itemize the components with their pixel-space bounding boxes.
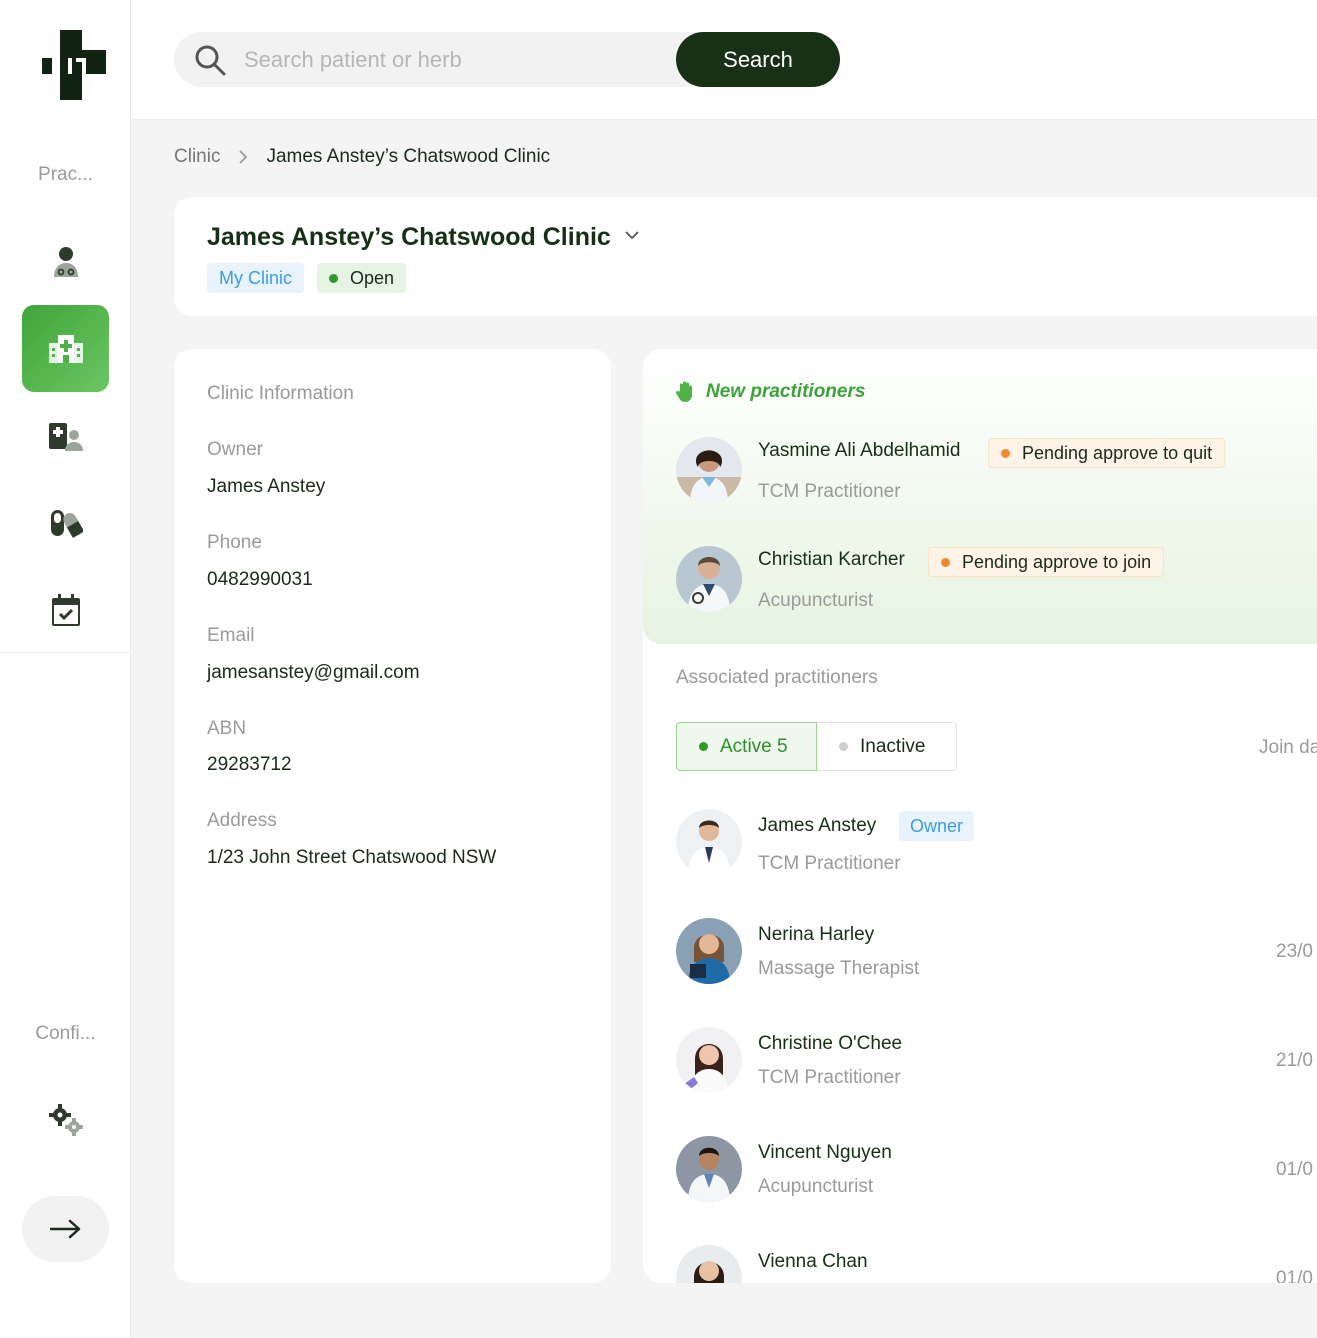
tab-inactive[interactable]: Inactive [817, 722, 957, 771]
join-date: 23/0 [1276, 941, 1313, 962]
pending-status-label: Pending approve to join [962, 551, 1152, 572]
arrow-right-icon [49, 1219, 80, 1239]
phone-value: 0482990031 [207, 569, 313, 590]
chevron-down-icon[interactable] [622, 225, 642, 245]
practitioner-role: Acupuncturist [758, 1176, 874, 1197]
inactive-dot-icon [839, 742, 848, 751]
clinic-icon [48, 334, 83, 363]
sidebar-item-herbs[interactable] [22, 479, 109, 566]
practitioner-role: Massage Therapist [758, 958, 920, 979]
address-label: Address [207, 810, 277, 831]
breadcrumb-current: James Anstey’s Chatswood Clinic [266, 146, 551, 167]
status-tabs: Active 5 Inactive [676, 722, 957, 771]
practitioner-name[interactable]: Vienna Chan [758, 1251, 868, 1273]
owner-value: James Anstey [207, 476, 326, 497]
pending-status-badge: Pending approve to quit [988, 438, 1226, 468]
tab-active-label: Active 5 [720, 735, 788, 757]
practitioner-role: TCM Practitioner [758, 1067, 901, 1088]
search-icon [195, 45, 226, 76]
sidebar-item-calendar[interactable] [22, 566, 109, 653]
breadcrumb: Clinic James Anstey’s Chatswood Clinic [174, 146, 550, 168]
tab-active[interactable]: Active 5 [676, 722, 817, 771]
sidebar-divider [0, 652, 131, 653]
practitioner-role: TCM Practitioner [758, 853, 901, 874]
top-bar: Search [131, 0, 1317, 120]
new-practitioner-role: Acupuncturist [758, 590, 874, 611]
page-title: James Anstey’s Chatswood Clinic [207, 223, 611, 251]
join-date: 21/0 [1276, 1050, 1313, 1071]
email-value: jamesanstey@gmail.com [207, 662, 420, 683]
new-practitioners-section: New practitioners Yasmine Ali Abdelhamid… [643, 349, 1317, 644]
sidebar-item-patients[interactable] [22, 392, 109, 479]
pending-dot-icon [1001, 448, 1010, 458]
avatar [676, 546, 742, 612]
waving-hand-icon [676, 381, 692, 402]
practitioner-name[interactable]: Nerina Harley [758, 924, 874, 946]
settings-gears-icon [48, 1103, 83, 1136]
clinic-information-heading: Clinic Information [207, 383, 354, 404]
sidebar-item-clinic[interactable] [22, 305, 109, 392]
join-date-column-header[interactable]: Join da [1259, 737, 1317, 759]
herb-capsule-icon [50, 509, 83, 538]
status-badge-label: Open [350, 267, 395, 288]
abn-label: ABN [207, 718, 247, 739]
new-practitioners-heading: New practitioners [676, 381, 865, 403]
practitioner-icon [53, 246, 78, 277]
new-practitioner-name[interactable]: Christian Karcher [758, 549, 905, 571]
pending-dot-icon [941, 557, 950, 567]
active-dot-icon [699, 742, 708, 751]
dr-logo[interactable] [42, 28, 108, 102]
clinic-header-card: James Anstey’s Chatswood Clinic My Clini… [174, 197, 1317, 316]
new-practitioners-title: New practitioners [706, 381, 866, 402]
my-clinic-badge: My Clinic [207, 263, 305, 293]
phone-label: Phone [207, 532, 262, 553]
avatar [676, 918, 742, 984]
associated-practitioners-heading: Associated practitioners [676, 667, 878, 688]
breadcrumb-clinic-link[interactable]: Clinic [174, 146, 220, 168]
search-input[interactable] [244, 42, 664, 78]
pending-status-badge: Pending approve to join [928, 547, 1165, 577]
avatar [676, 1245, 742, 1283]
status-badge: Open [317, 263, 407, 293]
sidebar-item-practitioner[interactable] [22, 218, 109, 305]
practitioner-name[interactable]: Vincent Nguyen [758, 1142, 892, 1164]
practitioner-name[interactable]: Christine O'Chee [758, 1033, 902, 1055]
sidebar: Prac... Confi... [0, 0, 131, 1338]
search-button[interactable]: Search [676, 32, 840, 87]
avatar [676, 1136, 742, 1202]
new-practitioner-name[interactable]: Yasmine Ali Abdelhamid [758, 440, 960, 462]
sidebar-section-config: Confi... [35, 1023, 96, 1044]
email-label: Email [207, 625, 255, 646]
calendar-icon [51, 593, 80, 626]
status-dot-icon [329, 273, 338, 283]
join-date: 01/0 [1276, 1159, 1313, 1180]
avatar [676, 1027, 742, 1093]
sidebar-expand-button[interactable] [22, 1196, 109, 1262]
owner-badge: Owner [899, 811, 975, 841]
address-value: 1/23 John Street Chatswood NSW [207, 847, 497, 868]
practitioners-card: New practitioners Yasmine Ali Abdelhamid… [643, 349, 1317, 1283]
avatar [676, 809, 742, 875]
tab-inactive-label: Inactive [860, 735, 926, 757]
practitioner-name[interactable]: James Anstey [758, 815, 876, 837]
sidebar-item-settings[interactable] [22, 1076, 109, 1163]
chevron-right-icon [239, 150, 248, 164]
owner-label: Owner [207, 439, 263, 460]
new-practitioner-role: TCM Practitioner [758, 481, 901, 502]
pending-status-label: Pending approve to quit [1022, 442, 1213, 463]
sidebar-section-practice: Prac... [38, 164, 93, 185]
avatar [676, 437, 742, 503]
join-date: 01/0 [1276, 1268, 1313, 1283]
patient-icon [48, 422, 83, 451]
clinic-information-card: Clinic Information Owner James Anstey Ph… [174, 349, 611, 1283]
abn-value: 29283712 [207, 754, 292, 775]
